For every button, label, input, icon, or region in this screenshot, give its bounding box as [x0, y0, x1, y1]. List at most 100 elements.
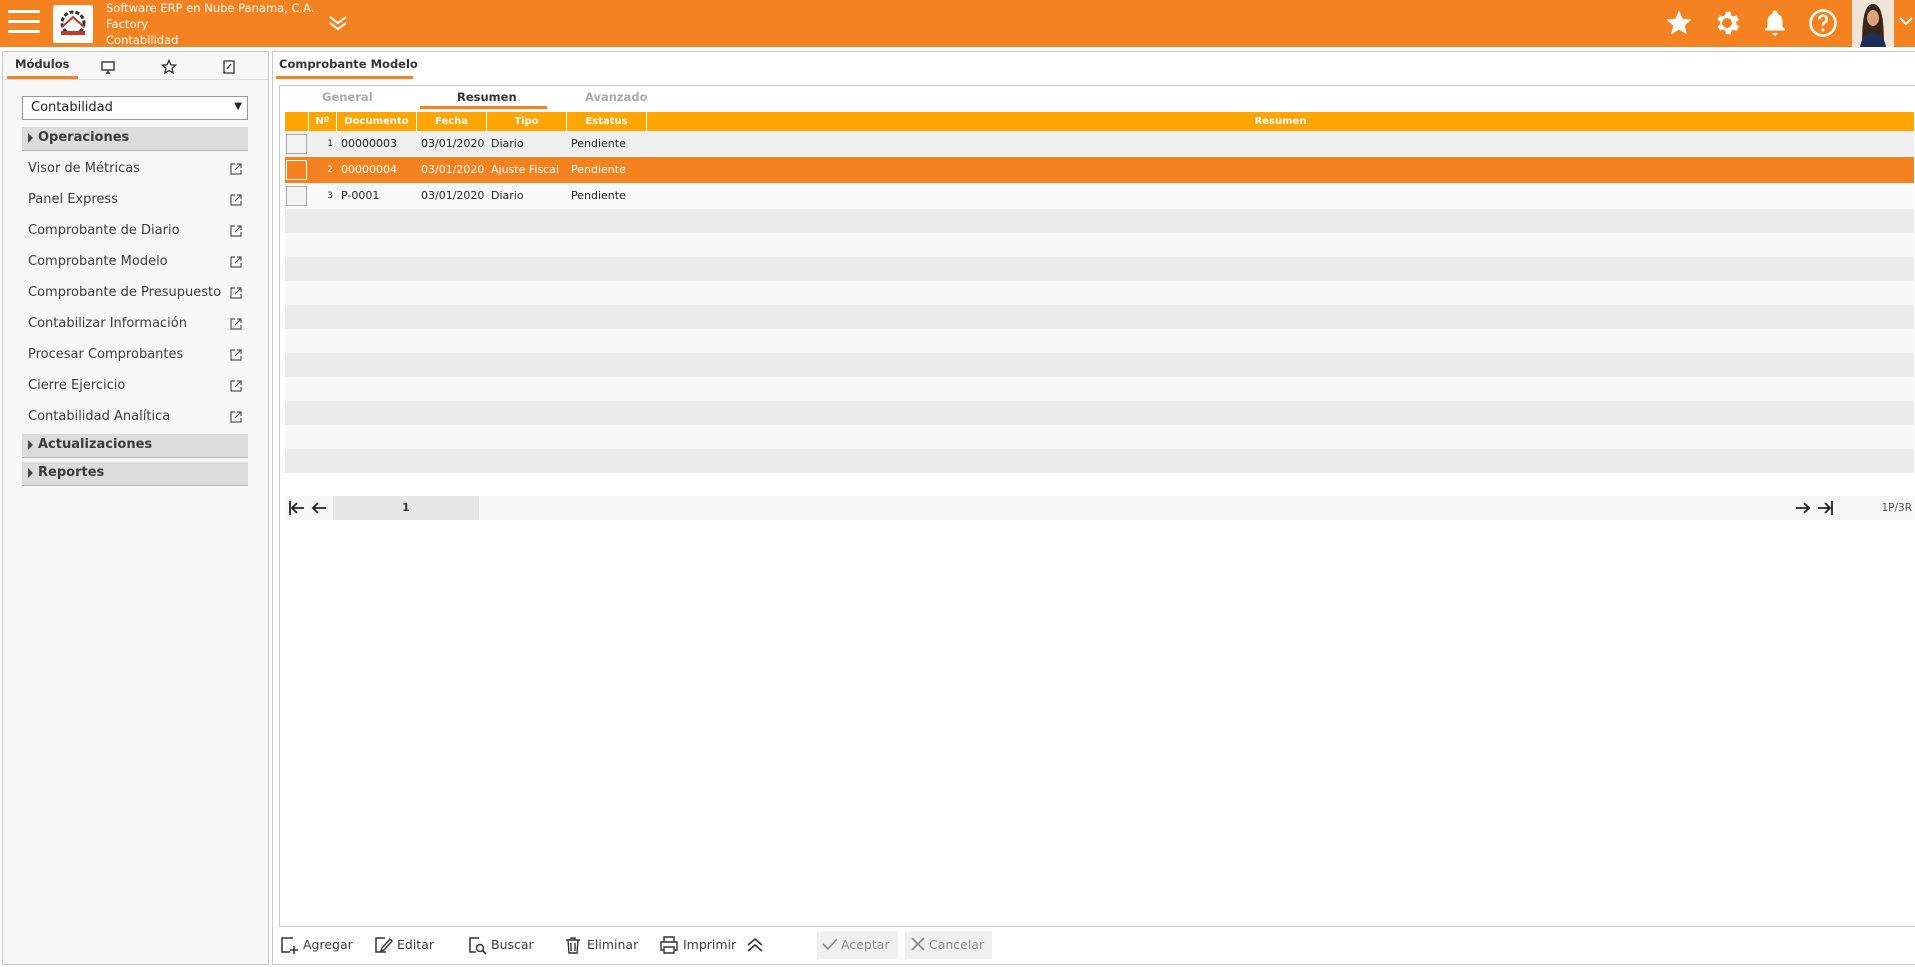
cancel-button[interactable]: Cancelar — [905, 931, 993, 959]
empty-row — [285, 329, 1914, 353]
row-checkbox[interactable] — [286, 186, 307, 206]
first-page-icon[interactable] — [287, 498, 307, 518]
caret-right-icon — [28, 440, 33, 450]
add-button[interactable]: Agregar — [279, 931, 353, 959]
row-checkbox[interactable] — [286, 134, 307, 154]
search-label: Buscar — [491, 937, 534, 952]
accept-button[interactable]: Aceptar — [817, 931, 898, 959]
sidebar-item-panel-express[interactable]: Panel Express — [28, 189, 243, 211]
row-checkbox[interactable] — [286, 160, 307, 180]
delete-button[interactable]: Eliminar — [563, 931, 638, 959]
menu-icon[interactable] — [8, 10, 40, 36]
edit-note-icon[interactable] — [221, 59, 237, 75]
section-actualizaciones[interactable]: Actualizaciones — [22, 434, 248, 458]
cell-documento: P-0001 — [341, 189, 380, 202]
sidebar-item-visor-metricas[interactable]: Visor de Métricas — [28, 158, 243, 180]
grid-header: Nº Documento Fecha Tipo Estatus Resumen — [285, 112, 1914, 131]
cell-fecha: 03/01/2020 — [421, 137, 485, 150]
section-reportes[interactable]: Reportes — [22, 462, 248, 486]
subtab-general[interactable]: General — [322, 90, 373, 104]
external-link-icon[interactable] — [229, 162, 243, 176]
chevron-double-down-icon[interactable] — [327, 12, 349, 34]
external-link-icon[interactable] — [229, 348, 243, 362]
pager: 1 1P/3R — [285, 496, 1914, 520]
table-row-selected[interactable]: 2 00000004 03/01/2020 Ajuste Fiscal Pend… — [285, 157, 1914, 183]
star-icon[interactable] — [1664, 8, 1694, 38]
table-row[interactable]: 3 P-0001 03/01/2020 Diario Pendiente — [285, 183, 1914, 209]
active-subtab-indicator — [420, 106, 547, 109]
tab-modulos[interactable]: Módulos — [15, 57, 69, 71]
sidebar-item-label: Contabilidad Analítica — [28, 409, 171, 424]
sidebar-item-label: Comprobante Modelo — [28, 254, 168, 269]
help-icon[interactable] — [1808, 8, 1838, 38]
user-avatar[interactable] — [1852, 0, 1894, 47]
caret-right-icon — [28, 133, 33, 143]
prev-page-icon[interactable] — [309, 498, 329, 518]
empty-row — [285, 353, 1914, 377]
external-link-icon[interactable] — [229, 410, 243, 424]
monitor-icon[interactable] — [100, 59, 116, 75]
header-select[interactable] — [285, 112, 309, 131]
header-resumen[interactable]: Resumen — [647, 112, 1914, 131]
header-documento[interactable]: Documento — [337, 112, 417, 131]
print-button[interactable]: Imprimir — [659, 931, 736, 959]
empty-row — [285, 425, 1914, 449]
empty-row — [285, 209, 1914, 233]
external-link-icon[interactable] — [229, 379, 243, 393]
add-label: Agregar — [303, 937, 353, 952]
table-row[interactable]: 1 00000003 03/01/2020 Diario Pendiente — [285, 131, 1914, 157]
star-outline-icon[interactable] — [160, 58, 178, 75]
gear-icon[interactable] — [1712, 8, 1742, 38]
cell-n: 2 — [327, 165, 333, 175]
search-button[interactable]: Buscar — [467, 931, 534, 959]
current-page[interactable]: 1 — [333, 496, 479, 520]
form-title[interactable]: Comprobante Modelo — [279, 57, 418, 71]
external-link-icon[interactable] — [229, 193, 243, 207]
sidebar-item-procesar-comprobantes[interactable]: Procesar Comprobantes — [28, 344, 243, 366]
cell-estatus: Pendiente — [571, 137, 626, 150]
module-select[interactable]: Contabilidad ▼ — [22, 96, 248, 120]
sidebar-item-label: Procesar Comprobantes — [28, 347, 184, 362]
company-logo[interactable] — [53, 5, 93, 43]
header-tipo[interactable]: Tipo — [487, 112, 567, 131]
header-n[interactable]: Nº — [309, 112, 337, 131]
current-module: Contabilidad — [106, 33, 179, 47]
section-label: Operaciones — [38, 130, 130, 145]
external-link-icon[interactable] — [229, 255, 243, 269]
subtab-resumen[interactable]: Resumen — [457, 90, 517, 104]
external-link-icon[interactable] — [229, 286, 243, 300]
last-page-icon[interactable] — [1815, 498, 1835, 518]
form-content: General Resumen Avanzado Nº Documento Fe… — [279, 85, 1915, 927]
chevron-double-up-icon[interactable] — [745, 935, 765, 955]
sidebar-item-contabilidad-analitica[interactable]: Contabilidad Analítica — [28, 406, 243, 428]
edit-button[interactable]: Editar — [373, 931, 434, 959]
header-estatus[interactable]: Estatus — [567, 112, 647, 131]
chevron-down-icon[interactable] — [1898, 12, 1914, 32]
form-tab-indicator — [276, 76, 413, 79]
external-link-icon[interactable] — [229, 224, 243, 238]
sidebar-item-contabilizar-informacion[interactable]: Contabilizar Información — [28, 313, 243, 335]
trash-icon — [566, 937, 580, 954]
cell-estatus: Pendiente — [571, 163, 626, 176]
section-operaciones[interactable]: Operaciones — [22, 127, 248, 151]
sidebar-tabs: Módulos — [3, 52, 268, 80]
accept-label: Aceptar — [841, 937, 890, 952]
header-fecha[interactable]: Fecha — [417, 112, 487, 131]
sidebar-item-label: Comprobante de Diario — [28, 223, 180, 238]
sidebar-item-cierre-ejercicio[interactable]: Cierre Ejercicio — [28, 375, 243, 397]
cell-documento: 00000004 — [341, 163, 397, 176]
sidebar: Módulos Contabilidad ▼ Operaciones Visor… — [2, 51, 269, 965]
subtab-avanzado[interactable]: Avanzado — [585, 90, 648, 104]
cell-estatus: Pendiente — [571, 189, 626, 202]
cell-fecha: 03/01/2020 — [421, 163, 485, 176]
next-page-icon[interactable] — [1793, 498, 1813, 518]
cell-resumen — [651, 183, 1851, 209]
delete-label: Eliminar — [587, 937, 639, 952]
sidebar-item-comprobante-presupuesto[interactable]: Comprobante de Presupuesto — [28, 282, 243, 304]
sidebar-item-comprobante-diario[interactable]: Comprobante de Diario — [28, 220, 243, 242]
bell-icon[interactable] — [1760, 8, 1790, 38]
external-link-icon[interactable] — [229, 317, 243, 331]
bottom-toolbar: Agregar Editar Buscar Eliminar Imprimir … — [279, 931, 1879, 959]
sidebar-item-comprobante-modelo[interactable]: Comprobante Modelo — [28, 251, 243, 273]
check-icon — [822, 938, 838, 951]
